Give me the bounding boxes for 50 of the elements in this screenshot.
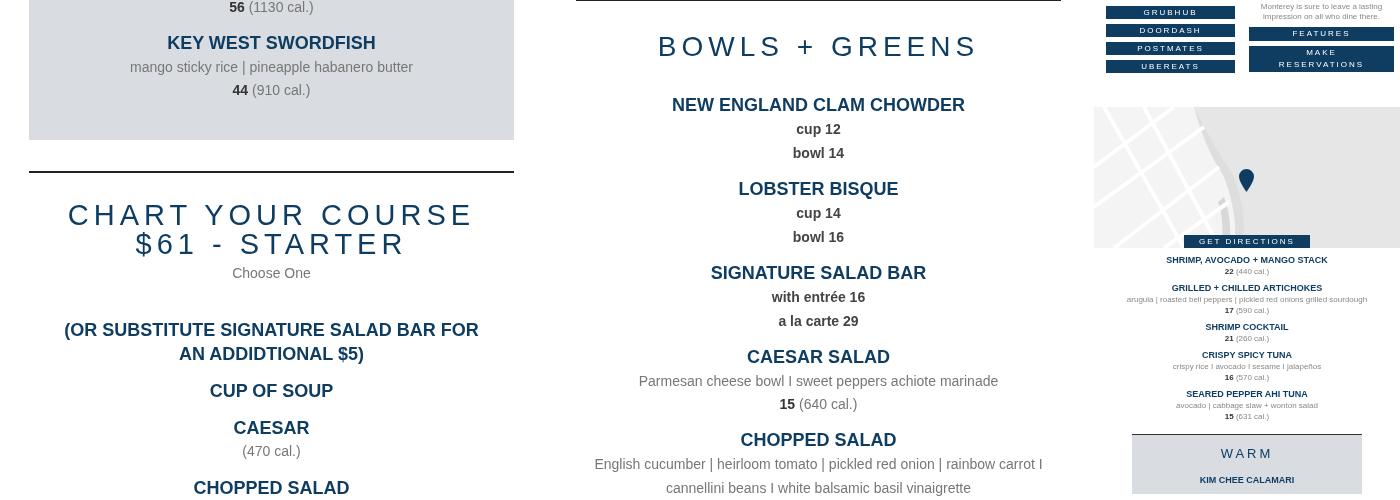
link-button[interactable]: FEATURES [1249,27,1394,41]
price-text: 44 (910 cal.) [232,81,311,100]
order-button[interactable]: POSTMATES [1106,42,1235,55]
price-text: 17 (590 cal.) [1224,305,1270,316]
price-text: 16 (570 cal.) [1224,372,1270,383]
dish-name: LOBSTER BISQUE [738,178,899,201]
dish-name: CHOPPED SALAD [740,429,897,452]
dish-name: CUP OF SOUP [209,380,334,403]
section-title: CHART YOUR COURSE $61 - STARTER [66,201,477,259]
dish-name: SEARED PEPPER AHI TUNA [1186,389,1308,400]
dish-name: SHRIMP, AVOCADO + MANGO STACK [1166,255,1328,266]
order-button[interactable]: DOORDASH [1106,24,1235,37]
price-option: cup 14 [796,201,841,225]
price-text: (470 cal.) [242,442,301,461]
dish-name: CHOPPED SALAD [193,477,350,500]
link-button[interactable]: MAKE RESERVATIONS [1249,46,1394,72]
price-option: with entrée 16 [771,285,866,309]
dish-description: avocado | cabbage slaw + wonton salad [1175,400,1319,411]
dish-name: NEW ENGLAND CLAM CHOWDER [672,94,965,117]
price-option: cup 12 [796,117,841,141]
section-title: BOWLS + GREENS [657,31,980,63]
section-title: WARM [1220,446,1274,462]
directions-button[interactable]: GET DIRECTIONS [1184,235,1310,248]
dish-description: mango sticky rice | pineapple habanero butter [130,58,413,77]
price-text: 15 (640 cal.) [779,395,858,414]
order-button[interactable]: GRUBHUB [1106,6,1235,19]
dish-name: KEY WEST SWORDFISH [167,32,376,55]
dish-description: Parmesan cheese bowl I sweet peppers achiote marinade [638,372,999,391]
section-subtitle: Choose One [232,264,311,283]
dish-name: CAESAR SALAD [747,346,890,369]
dish-name: SIGNATURE SALAD BAR [710,262,927,285]
dish-name: (OR SUBSTITUTE SIGNATURE SALAD BAR FOR AN ADDIDTIONAL $5) [63,319,480,366]
price-option: a la carte 29 [778,309,859,333]
price-option: bowl 16 [792,225,845,249]
dish-description: crispy rice I avocado I sesame I jalapeños [1171,361,1323,372]
price-text: 56 (1130 cal.) [229,0,314,17]
price-option: bowl 14 [792,141,845,165]
about-text: Monterey is sure to leave a lasting impression on all who dine there. [1259,2,1384,22]
dish-name: SHRIMP COCKTAIL [1205,322,1289,333]
dish-name: GRILLED + CHILLED ARTICHOKES [1171,283,1323,294]
dish-name: CAESAR [233,417,310,440]
dish-description: arugula | roasted bell peppers | pickled red onions grilled sourdough [1125,294,1369,305]
order-button[interactable]: UBEREATS [1106,60,1235,73]
price-text: 15 (631 cal.) [1224,411,1270,422]
map-pin-icon[interactable] [1239,169,1254,192]
price-text: 22 (440 cal.) [1224,266,1270,277]
dish-name: CRISPY SPICY TUNA [1201,350,1293,361]
dish-description: English cucumber | heirloom tomato | pickled red onion | rainbow carrot I cannellini beans I white balsamic basil vinaigrette [593,455,1044,498]
dish-name: KIM CHEE CALAMARI [1199,475,1295,486]
price-text: 21 (260 cal.) [1224,333,1270,344]
